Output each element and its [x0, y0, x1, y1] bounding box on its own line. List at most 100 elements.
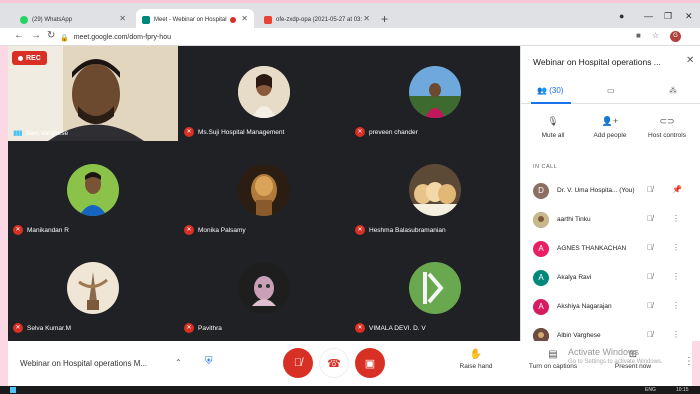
participant-name: Akalya Ravi [557, 274, 592, 281]
close-icon[interactable]: ✕ [119, 14, 126, 23]
mic-off-icon[interactable]: 🎙̸ [647, 272, 653, 281]
participant-tile[interactable]: ✕ Ms.Suji Hospital Management [179, 46, 349, 141]
shield-icon[interactable]: ⛨ [205, 356, 213, 367]
language-indicator[interactable]: ENG [645, 386, 656, 394]
mic-off-icon: ✕ [355, 225, 365, 235]
list-item[interactable]: A Akalya Ravi 🎙̸ ⋮ [521, 265, 700, 291]
participant-tile[interactable]: ✕ Selva Kumar.M [8, 242, 178, 337]
mic-off-icon: ✕ [184, 323, 194, 333]
participant-tile[interactable]: ✕ Heshma Balasubramanian [350, 144, 520, 239]
people-count: (30) [549, 86, 564, 95]
camera-permission-icon[interactable]: ■ [636, 31, 641, 40]
mic-off-icon: ✕ [184, 127, 194, 137]
back-icon[interactable]: ← [14, 30, 24, 41]
participant-avatar [409, 66, 461, 118]
participant-name: ✕ Pavithra [184, 323, 222, 333]
add-people-button[interactable]: 👤+ Add people [580, 116, 640, 139]
camera-toggle-button[interactable]: ▣ [355, 348, 385, 378]
more-vert-icon[interactable]: ⋮ [672, 301, 680, 310]
bookmark-star-icon[interactable]: ☆ [652, 31, 659, 40]
os-taskbar: ENG 10:15 [0, 386, 700, 394]
close-icon[interactable]: ✕ [241, 14, 248, 23]
forward-icon[interactable]: → [31, 30, 41, 41]
avatar: A [533, 299, 549, 315]
participant-name: ✕ VIMALA DEVI. D. V [355, 323, 426, 333]
add-people-label: Add people [593, 132, 627, 139]
list-item[interactable]: aarthi Tinku 🎙̸ ⋮ [521, 207, 700, 233]
participant-name-text: Pavithra [198, 324, 222, 332]
more-options-icon[interactable]: ⋮ [684, 356, 694, 367]
participant-name: ✕ Monika Palsamy [184, 225, 246, 235]
mic-off-icon[interactable]: 🎙̸ [647, 301, 653, 310]
participant-tile[interactable]: ✕ Monika Palsamy [179, 144, 349, 239]
more-vert-icon[interactable]: ⋮ [672, 272, 680, 281]
participant-tile[interactable]: REC ▮▮▮ Sam Varghese [8, 46, 178, 141]
participant-tile[interactable]: ✕ preveen chander [350, 46, 520, 141]
participant-name: ▮▮▮ Sam Varghese [13, 129, 68, 138]
participant-avatar [409, 164, 461, 216]
list-item[interactable]: D Dr. V. Uma Hospita... (You) 🎙̸ 📌 [521, 178, 700, 204]
more-vert-icon[interactable]: ⋮ [672, 243, 680, 252]
participant-name: ✕ Manikandan R [13, 225, 69, 235]
people-panel: Webinar on Hospital operations ... ✕ 👥 (… [520, 46, 700, 341]
chevron-up-icon[interactable]: ⌃ [175, 358, 182, 367]
rec-label: REC [26, 54, 41, 62]
close-icon[interactable]: ✕ [686, 55, 694, 66]
url-field[interactable]: 🔒 meet.google.com/dom-fpry-hou [60, 31, 635, 44]
new-tab-button[interactable]: + [381, 12, 388, 26]
list-item[interactable]: A Akshiya Nagarajan 🎙̸ ⋮ [521, 294, 700, 320]
hand-icon: ✋ [469, 349, 483, 360]
participant-avatar [409, 262, 461, 314]
profile-avatar[interactable]: G [670, 31, 681, 42]
raise-hand-button[interactable]: ✋ Raise hand [446, 349, 506, 370]
meeting-title[interactable]: Webinar on Hospital operations M... [20, 359, 147, 368]
participant-name: AGNES THANKACHAN [557, 245, 627, 252]
chat-icon[interactable]: ▭ [607, 86, 615, 95]
participant-tile[interactable]: ✕ Manikandan R [8, 144, 178, 239]
participant-name: ✕ preveen chander [355, 127, 418, 137]
tab-label: Meet - Webinar on Hospital [154, 17, 227, 23]
active-tab-indicator [531, 102, 571, 104]
reload-icon[interactable]: ↻ [47, 30, 55, 41]
avatar [533, 212, 549, 228]
minimize-icon[interactable]: — [644, 11, 653, 21]
mic-off-icon[interactable]: 🎙̸ [647, 185, 653, 194]
media-icon[interactable]: ● [619, 11, 624, 21]
list-item[interactable]: Albin Varghese 🎙̸ ⋮ [521, 323, 700, 341]
add-person-icon: 👤+ [601, 116, 619, 126]
meet-icon [142, 16, 150, 24]
in-call-heading: IN CALL [533, 164, 558, 170]
activities-icon[interactable]: ⁂ [669, 86, 677, 95]
tab-label: ofe-zxdp-opa (2021-05-27 at 03: [276, 17, 363, 23]
host-controls-button[interactable]: ⊂⊃ Host controls [637, 116, 697, 139]
close-icon[interactable]: ✕ [363, 14, 370, 23]
more-vert-icon[interactable]: ⋮ [672, 214, 680, 223]
tab-people[interactable]: 👥 (30) [537, 86, 563, 95]
windows-start-icon[interactable] [10, 387, 16, 393]
mic-off-icon[interactable]: 🎙̸ [647, 330, 653, 339]
mic-off-icon: ✕ [13, 225, 23, 235]
list-item[interactable]: A AGNES THANKACHAN 🎙̸ ⋮ [521, 236, 700, 262]
raise-hand-label: Raise hand [459, 363, 493, 370]
leave-call-button[interactable]: ☎ [319, 348, 349, 378]
maximize-icon[interactable]: ❐ [664, 11, 672, 22]
pin-icon[interactable]: 📌 [672, 185, 682, 194]
participant-tile[interactable]: ✕ VIMALA DEVI. D. V [350, 242, 520, 337]
speaking-indicator-icon: ▮▮▮ [13, 130, 23, 137]
participant-name: ✕ Ms.Suji Hospital Management [184, 127, 284, 137]
more-vert-icon[interactable]: ⋮ [672, 330, 680, 339]
clock[interactable]: 10:15 [676, 386, 689, 394]
mic-toggle-button[interactable]: 🎙̸ [283, 348, 313, 378]
participant-tile[interactable]: ✕ Pavithra [179, 242, 349, 337]
window-close-icon[interactable]: ✕ [685, 11, 693, 22]
panel-title: Webinar on Hospital operations ... [533, 57, 661, 67]
mute-all-button[interactable]: 🎙 Mute all [523, 116, 583, 139]
mic-off-icon[interactable]: 🎙̸ [647, 214, 653, 223]
avatar: D [533, 183, 549, 199]
mic-off-icon[interactable]: 🎙̸ [647, 243, 653, 252]
participant-name-text: preveen chander [369, 128, 418, 136]
participant-name: Albin Varghese [557, 332, 601, 339]
participant-name: aarthi Tinku [557, 216, 591, 223]
toggle-icon: ⊂⊃ [659, 116, 675, 126]
mic-off-icon: ✕ [13, 323, 23, 333]
